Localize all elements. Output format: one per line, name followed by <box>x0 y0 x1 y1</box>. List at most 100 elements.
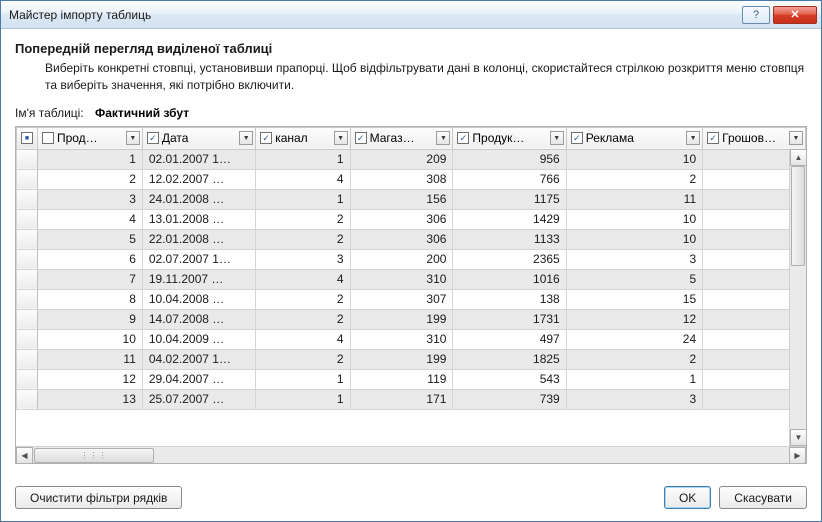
cell-prod[interactable]: 1016 <box>453 269 566 289</box>
table-row[interactable]: 413.01.2008 …23061429101 <box>17 209 806 229</box>
cell-kanal[interactable]: 4 <box>256 329 350 349</box>
cell-kanal[interactable]: 2 <box>256 289 350 309</box>
row-header[interactable] <box>17 209 38 229</box>
cell-rekl[interactable]: 10 <box>566 149 702 169</box>
cell-date[interactable]: 10.04.2009 … <box>142 329 255 349</box>
row-header[interactable] <box>17 229 38 249</box>
cell-id[interactable]: 8 <box>37 289 142 309</box>
table-row[interactable]: 914.07.2008 …21991731121 <box>17 309 806 329</box>
scroll-left-icon[interactable]: ◀ <box>16 447 33 464</box>
cell-kanal[interactable]: 1 <box>256 369 350 389</box>
table-row[interactable]: 212.02.2007 …430876621 <box>17 169 806 189</box>
cell-date[interactable]: 13.01.2008 … <box>142 209 255 229</box>
vscroll-thumb[interactable] <box>791 166 805 266</box>
cell-magaz[interactable]: 308 <box>350 169 453 189</box>
row-header[interactable] <box>17 189 38 209</box>
cell-rekl[interactable]: 2 <box>566 169 702 189</box>
filter-dropdown-icon[interactable]: ▼ <box>239 131 253 145</box>
scroll-right-icon[interactable]: ▶ <box>789 447 806 464</box>
help-button[interactable]: ? <box>742 6 770 24</box>
cell-id[interactable]: 9 <box>37 309 142 329</box>
vertical-scrollbar[interactable]: ▲ ▼ <box>789 149 806 446</box>
ok-button[interactable]: OK <box>664 486 711 509</box>
row-header[interactable] <box>17 369 38 389</box>
cell-rekl[interactable]: 3 <box>566 389 702 409</box>
column-checkbox-id[interactable] <box>42 132 54 144</box>
filter-dropdown-icon[interactable]: ▼ <box>686 131 700 145</box>
row-header[interactable] <box>17 269 38 289</box>
cell-magaz[interactable]: 306 <box>350 209 453 229</box>
cell-date[interactable]: 22.01.2008 … <box>142 229 255 249</box>
cell-prod[interactable]: 497 <box>453 329 566 349</box>
cell-id[interactable]: 2 <box>37 169 142 189</box>
cell-prod[interactable]: 1133 <box>453 229 566 249</box>
column-checkbox-grosh[interactable] <box>707 132 719 144</box>
cell-id[interactable]: 11 <box>37 349 142 369</box>
cell-rekl[interactable]: 15 <box>566 289 702 309</box>
column-checkbox-prod[interactable] <box>457 132 469 144</box>
cell-id[interactable]: 10 <box>37 329 142 349</box>
column-checkbox-magaz[interactable] <box>355 132 367 144</box>
table-row[interactable]: 602.07.2007 1…3200236531 <box>17 249 806 269</box>
cell-magaz[interactable]: 209 <box>350 149 453 169</box>
filter-dropdown-icon[interactable]: ▼ <box>126 131 140 145</box>
row-header[interactable] <box>17 329 38 349</box>
cell-date[interactable]: 02.01.2007 1… <box>142 149 255 169</box>
table-row[interactable]: 810.04.2008 …2307138151 <box>17 289 806 309</box>
cell-date[interactable]: 02.07.2007 1… <box>142 249 255 269</box>
cell-date[interactable]: 10.04.2008 … <box>142 289 255 309</box>
filter-dropdown-icon[interactable]: ▼ <box>789 131 803 145</box>
cell-id[interactable]: 1 <box>37 149 142 169</box>
cell-magaz[interactable]: 171 <box>350 389 453 409</box>
column-checkbox-rekl[interactable] <box>571 132 583 144</box>
cell-kanal[interactable]: 2 <box>256 209 350 229</box>
table-row[interactable]: 324.01.2008 …11561175111 <box>17 189 806 209</box>
table-row[interactable]: 719.11.2007 …4310101651 <box>17 269 806 289</box>
row-header[interactable] <box>17 169 38 189</box>
cell-prod[interactable]: 739 <box>453 389 566 409</box>
cell-date[interactable]: 29.04.2007 … <box>142 369 255 389</box>
table-row[interactable]: 1104.02.2007 1…2199182521 <box>17 349 806 369</box>
row-header[interactable] <box>17 149 38 169</box>
cell-rekl[interactable]: 1 <box>566 369 702 389</box>
cell-kanal[interactable]: 2 <box>256 229 350 249</box>
cell-prod[interactable]: 138 <box>453 289 566 309</box>
select-all-cell[interactable] <box>17 127 38 149</box>
cell-prod[interactable]: 1825 <box>453 349 566 369</box>
column-checkbox-date[interactable] <box>147 132 159 144</box>
column-header-rekl[interactable]: Реклама▼ <box>567 128 702 149</box>
cell-magaz[interactable]: 200 <box>350 249 453 269</box>
column-header-magaz[interactable]: Магаз…▼ <box>351 128 453 149</box>
cell-magaz[interactable]: 199 <box>350 309 453 329</box>
horizontal-scrollbar[interactable]: ◀ ⋮⋮⋮ ▶ <box>16 446 806 463</box>
cell-kanal[interactable]: 1 <box>256 189 350 209</box>
cell-prod[interactable]: 1429 <box>453 209 566 229</box>
cell-magaz[interactable]: 156 <box>350 189 453 209</box>
table-row[interactable]: 1010.04.2009 …4310497241 <box>17 329 806 349</box>
column-header-grosh[interactable]: Грошов…▼ <box>703 128 805 149</box>
cell-date[interactable]: 14.07.2008 … <box>142 309 255 329</box>
cell-id[interactable]: 13 <box>37 389 142 409</box>
table-row[interactable]: 1229.04.2007 …111954311 <box>17 369 806 389</box>
cell-rekl[interactable]: 10 <box>566 229 702 249</box>
cell-prod[interactable]: 2365 <box>453 249 566 269</box>
cell-kanal[interactable]: 1 <box>256 149 350 169</box>
cell-id[interactable]: 6 <box>37 249 142 269</box>
table-row[interactable]: 102.01.2007 1…1209956101 <box>17 149 806 169</box>
cell-rekl[interactable]: 2 <box>566 349 702 369</box>
select-all-checkbox[interactable] <box>21 132 33 144</box>
cell-rekl[interactable]: 12 <box>566 309 702 329</box>
cancel-button[interactable]: Скасувати <box>719 486 807 509</box>
cell-rekl[interactable]: 10 <box>566 209 702 229</box>
column-header-kanal[interactable]: канал▼ <box>256 128 349 149</box>
row-header[interactable] <box>17 289 38 309</box>
cell-prod[interactable]: 956 <box>453 149 566 169</box>
cell-magaz[interactable]: 310 <box>350 329 453 349</box>
table-row[interactable]: 1325.07.2007 …117173931 <box>17 389 806 409</box>
filter-dropdown-icon[interactable]: ▼ <box>436 131 450 145</box>
cell-date[interactable]: 25.07.2007 … <box>142 389 255 409</box>
column-header-date[interactable]: Дата▼ <box>143 128 255 149</box>
cell-id[interactable]: 7 <box>37 269 142 289</box>
cell-id[interactable]: 3 <box>37 189 142 209</box>
row-header[interactable] <box>17 389 38 409</box>
